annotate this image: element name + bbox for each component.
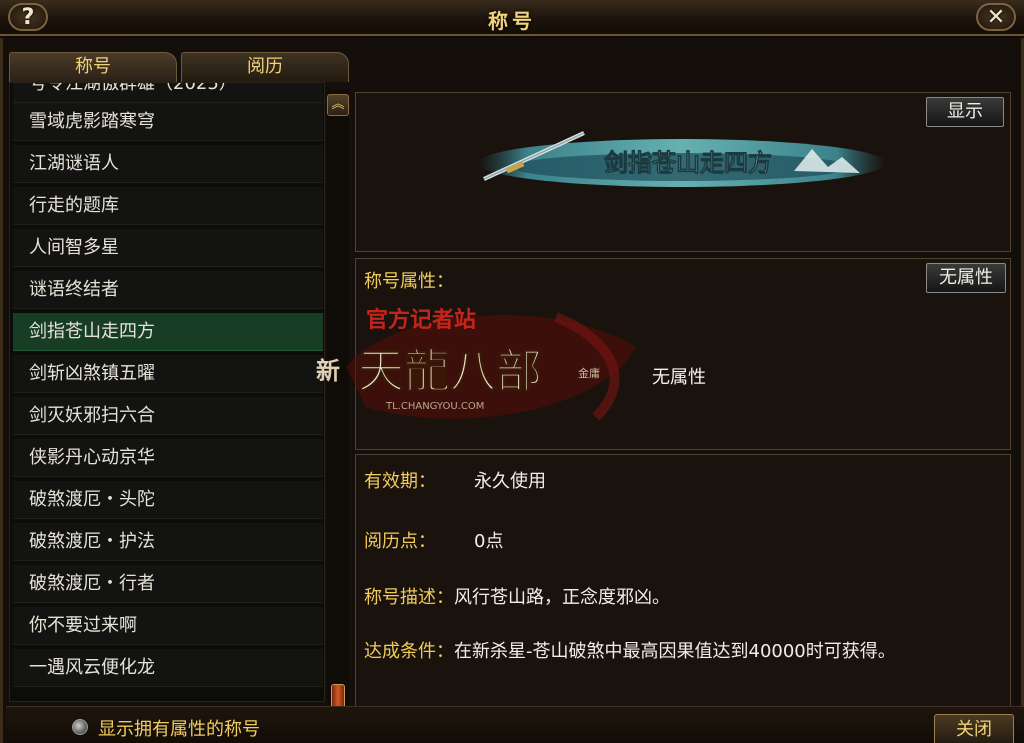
- list-item[interactable]: 你不要过来啊: [13, 607, 323, 645]
- title-preview-panel: 显示 剑指苍山走四方: [355, 92, 1011, 252]
- condition-value: 在新杀星-苍山破煞中最高因果值达到40000时可获得。: [454, 641, 896, 662]
- title-list: 号令江湖傲群雄（2025） 雪域虎影踏寒穹 江湖谜语人 行走的题库 人间智多星 …: [9, 82, 325, 702]
- validity-value: 永久使用: [474, 471, 546, 492]
- list-item-selected[interactable]: 剑指苍山走四方: [13, 313, 323, 351]
- points-value: 0点: [474, 531, 504, 552]
- list-item[interactable]: 剑灭妖邪扫六合: [13, 397, 323, 435]
- list-item[interactable]: 破煞渡厄・头陀: [13, 481, 323, 519]
- condition-row: 达成条件： 在新杀星-苍山破煞中最高因果值达到40000时可获得。: [364, 637, 896, 663]
- window-close-button[interactable]: ✕: [974, 2, 1018, 32]
- close-icon: ✕: [986, 4, 1006, 30]
- list-item[interactable]: 剑斩凶煞镇五曜: [13, 355, 323, 393]
- no-attribute-button[interactable]: 无属性: [926, 263, 1006, 293]
- attribute-panel: 称号属性： 无属性 官方记者站 新 天龍八部 金庸 TL.CHANGYOU.CO…: [316, 258, 1011, 450]
- title-info-panel: 有效期： 永久使用 阅历点： 0点 称号描述： 风行苍山路，正念度邪凶。 达成条…: [355, 454, 1011, 736]
- attribute-value: 无属性: [652, 367, 706, 388]
- title-badge-image: 剑指苍山走四方: [478, 131, 886, 187]
- description-label: 称号描述：: [364, 587, 454, 608]
- list-item[interactable]: 一遇风云便化龙: [13, 649, 323, 687]
- list-item[interactable]: 人间智多星: [13, 229, 323, 267]
- points-row: 阅历点： 0点: [364, 527, 503, 553]
- footer-bar: 显示拥有属性的称号 关闭: [6, 706, 1024, 743]
- svg-text:新: 新: [316, 356, 340, 385]
- svg-text:官方记者站: 官方记者站: [366, 307, 476, 333]
- svg-text:金庸: 金庸: [578, 366, 600, 380]
- svg-text:天龍八部: 天龍八部: [358, 344, 542, 398]
- list-item[interactable]: 江湖谜语人: [13, 145, 323, 183]
- description-row: 称号描述： 风行苍山路，正念度邪凶。: [364, 583, 670, 609]
- chevron-double-up-icon: ︽: [331, 97, 345, 112]
- show-title-button[interactable]: 显示: [926, 97, 1004, 127]
- list-item[interactable]: 破煞渡厄・护法: [13, 523, 323, 561]
- list-item[interactable]: 破煞渡厄・行者: [13, 565, 323, 603]
- description-value: 风行苍山路，正念度邪凶。: [454, 587, 670, 608]
- window-frame: 称号 阅历 号令江湖傲群雄（2025） 雪域虎影踏寒穹 江湖谜语人 行走的题库 …: [0, 38, 1024, 743]
- points-label: 阅历点：: [364, 531, 436, 552]
- close-button[interactable]: 关闭: [934, 714, 1014, 743]
- window-title: 称号: [488, 9, 536, 33]
- list-item[interactable]: 侠影丹心动京华: [13, 439, 323, 477]
- show-attribute-titles-radio[interactable]: [72, 719, 88, 735]
- list-item[interactable]: 谜语终结者: [13, 271, 323, 309]
- scroll-up-button[interactable]: ︽: [327, 94, 349, 116]
- condition-label: 达成条件：: [364, 641, 454, 662]
- tab-titles[interactable]: 称号: [9, 52, 177, 82]
- list-item[interactable]: 号令江湖傲群雄（2025）: [13, 83, 323, 103]
- list-item[interactable]: 行走的题库: [13, 187, 323, 225]
- list-item[interactable]: 雪域虎影踏寒穹: [13, 103, 323, 141]
- svg-text:TL.CHANGYOU.COM: TL.CHANGYOU.COM: [385, 401, 484, 412]
- validity-label: 有效期：: [364, 471, 436, 492]
- validity-row: 有效期： 永久使用: [364, 467, 546, 493]
- tianlong-watermark-logo: 官方记者站 新 天龍八部 金庸 TL.CHANGYOU.COM: [316, 307, 636, 421]
- show-attribute-titles-label[interactable]: 显示拥有属性的称号: [98, 715, 260, 741]
- tab-experience[interactable]: 阅历: [181, 52, 349, 82]
- title-badge-text: 剑指苍山走四方: [603, 148, 772, 177]
- window-titlebar: ? 称号 ✕: [0, 0, 1024, 36]
